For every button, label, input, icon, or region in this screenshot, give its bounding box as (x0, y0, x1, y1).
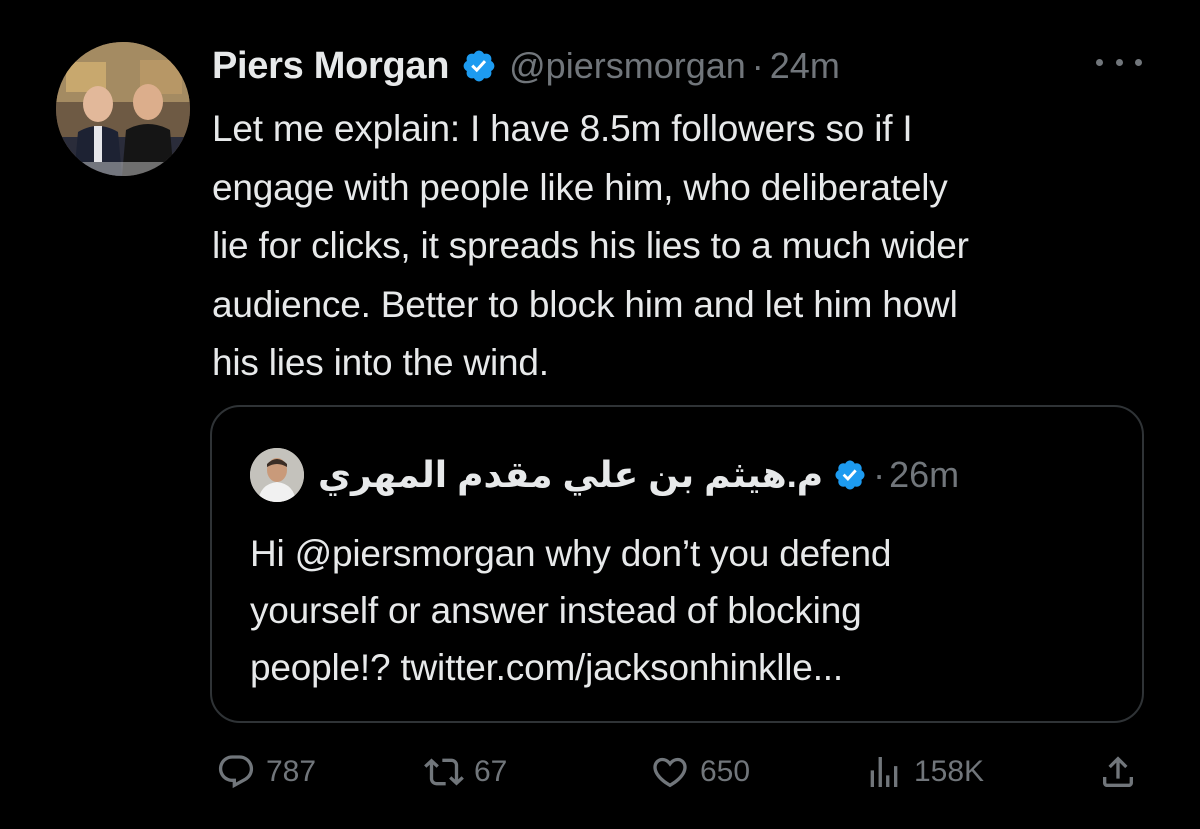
like-button[interactable]: 650 (650, 744, 750, 800)
tweet-actions: 787 67 650 158K (212, 744, 1152, 800)
quoted-separator-dot: · (873, 454, 886, 495)
share-button[interactable] (1098, 744, 1138, 800)
like-count: 650 (700, 755, 751, 788)
views-chart-icon (870, 757, 898, 787)
author-avatar[interactable] (56, 42, 190, 176)
tweet: Piers Morgan @piersmorgan · 24m Let me e… (0, 0, 1200, 829)
quoted-tweet-header: م.هيثم بن علي مقدم المهري · 26m (250, 447, 959, 503)
quoted-avatar-photo-icon (250, 448, 304, 502)
retweet-count: 67 (474, 755, 508, 788)
author-handle[interactable]: @piersmorgan (509, 45, 746, 87)
tweet-timestamp[interactable]: 24m (770, 45, 840, 87)
reply-icon (218, 755, 254, 789)
avatar-photo-icon (56, 42, 190, 176)
quoted-author-avatar[interactable] (250, 448, 304, 502)
author-name[interactable]: Piers Morgan (212, 45, 449, 88)
quoted-tweet-timestamp[interactable]: 26m (889, 454, 959, 496)
quoted-verified-badge-icon (833, 458, 867, 492)
views-button[interactable]: 158K (864, 744, 984, 800)
separator-dot: · (751, 45, 764, 86)
more-options-icon[interactable] (1096, 52, 1142, 72)
heart-icon (653, 757, 687, 788)
quoted-author-name[interactable]: م.هيثم بن علي مقدم المهري (318, 454, 823, 496)
share-icon (1103, 756, 1133, 787)
tweet-header: Piers Morgan @piersmorgan · 24m (212, 38, 840, 94)
reply-button[interactable]: 787 (216, 744, 316, 800)
quoted-tweet[interactable]: م.هيثم بن علي مقدم المهري · 26m Hi @pier… (210, 405, 1144, 723)
tweet-text: Let me explain: I have 8.5m followers so… (212, 108, 969, 383)
reply-count: 787 (266, 755, 317, 788)
verified-badge-icon (461, 48, 497, 84)
quoted-tweet-text: Hi @piersmorgan why don’t you defend you… (250, 533, 892, 688)
retweet-icon (424, 758, 464, 786)
retweet-button[interactable]: 67 (424, 744, 507, 800)
views-count: 158K (914, 755, 985, 788)
